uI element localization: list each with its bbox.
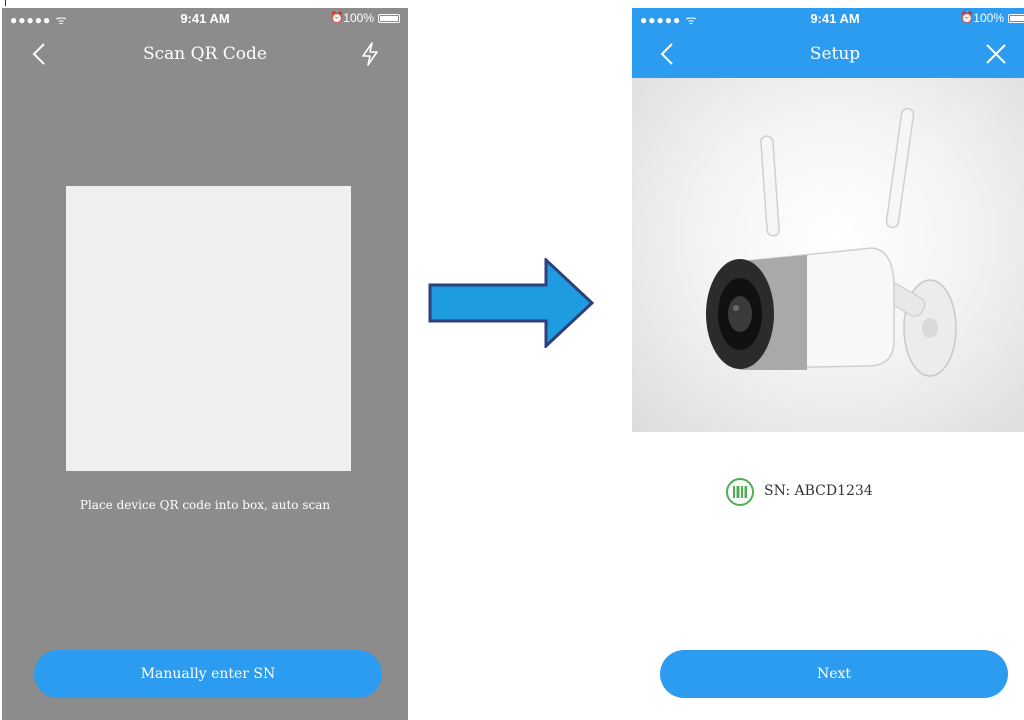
serial-number: SN: ABCD1234 (764, 483, 873, 499)
setup-screen: ●●●●● ᯤ 9:41 AM ⏰ 100% Setup SN: ABCD123… (632, 8, 1024, 720)
battery-icon (378, 14, 400, 23)
alarm-icon: ⏰ (960, 12, 974, 24)
close-button[interactable] (982, 40, 1010, 68)
nav-bar: Scan QR Code (2, 30, 408, 78)
status-bar: ●●●●● ᯤ 9:41 AM ⏰ 100% (632, 8, 1024, 30)
scan-hint: Place device QR code into box, auto scan (79, 498, 331, 512)
battery-icon (1008, 14, 1024, 23)
flash-toggle-button[interactable] (356, 40, 384, 68)
status-bar: ●●●●● ᯤ 9:41 AM ⏰ 100% (2, 8, 408, 30)
next-button[interactable]: Next (660, 650, 1008, 698)
corner-mark (5, 0, 6, 6)
nav-bar: Setup (632, 30, 1024, 78)
page-title: Setup (809, 44, 861, 64)
manually-enter-sn-button[interactable]: Manually enter SN (34, 650, 382, 698)
device-image (632, 78, 1024, 432)
page-title: Scan QR Code (143, 44, 267, 64)
close-icon (986, 44, 1006, 64)
battery-percentage: 100% (973, 11, 1004, 25)
battery-percentage: 100% (343, 11, 374, 25)
alarm-icon: ⏰ (330, 12, 344, 24)
arrow-right-icon (428, 258, 595, 348)
bullet-camera-illustration (706, 107, 957, 377)
lightning-icon (362, 42, 378, 66)
qr-scan-box (66, 186, 351, 471)
scan-qr-screen: ●●●●● ᯤ 9:41 AM ⏰ 100% Scan QR Code Plac… (2, 8, 408, 720)
serial-number-row: SN: ABCD1234 (632, 478, 1024, 506)
barcode-icon (726, 478, 754, 506)
